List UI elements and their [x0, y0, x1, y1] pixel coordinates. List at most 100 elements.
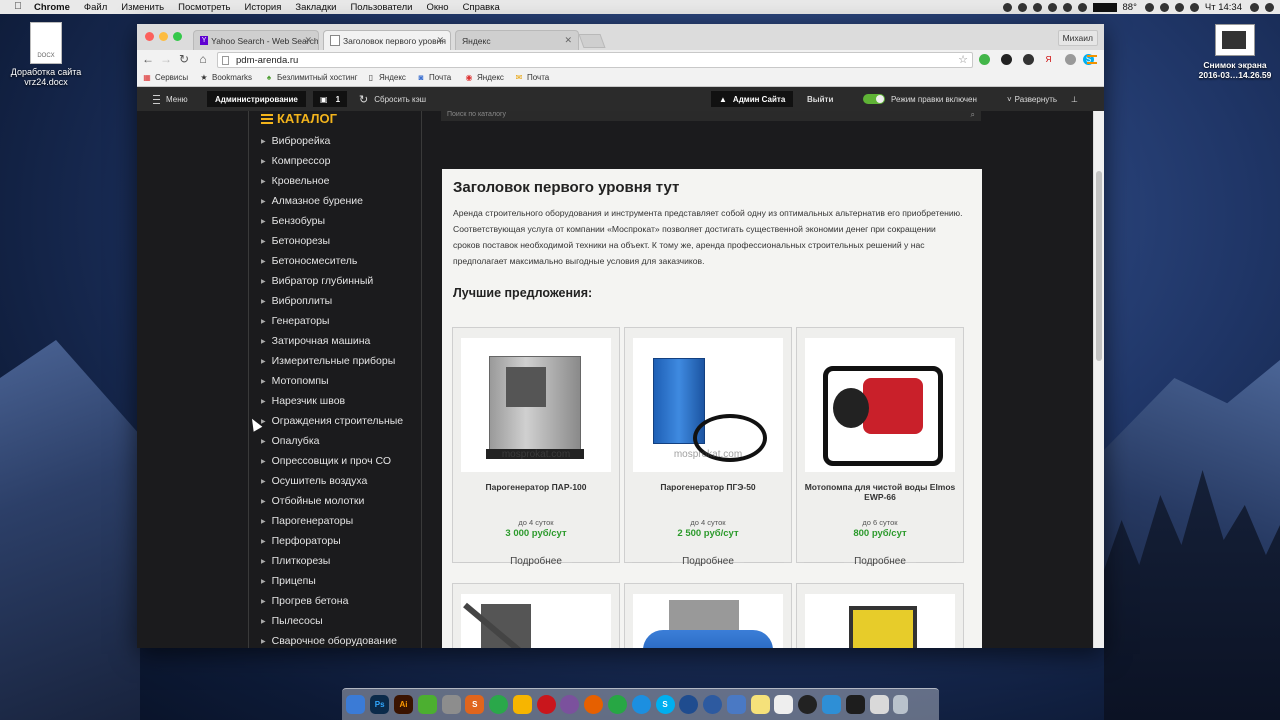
address-bar[interactable]: pdm-arenda.ru ☆	[217, 52, 973, 68]
menu-file[interactable]: Файл	[84, 2, 107, 13]
scrollbar-thumb[interactable]	[1096, 171, 1102, 361]
tab-yahoo-search[interactable]: Y Yahoo Search - Web Search ✕	[193, 30, 319, 50]
trash-icon[interactable]	[893, 695, 909, 714]
extension-icon[interactable]	[1023, 54, 1034, 65]
close-window-button[interactable]	[145, 32, 154, 41]
product-card[interactable]	[624, 583, 792, 648]
menu-help[interactable]: Справка	[463, 2, 500, 13]
reset-cache-button[interactable]: ↻ Сбросить кэш	[359, 91, 426, 107]
reload-icon[interactable]: ↻	[177, 52, 191, 66]
catalog-item[interactable]: ▶ Измерительные приборы	[261, 351, 403, 371]
product-card[interactable]: mosprokat.com Парогенератор ПГЭ-50 до 4 …	[624, 327, 792, 563]
bookmark-hosting[interactable]: ♠ Безлимитный хостинг	[265, 73, 358, 82]
catalog-item[interactable]: ▶ Виброплиты	[261, 291, 403, 311]
menu-button[interactable]: Меню	[153, 91, 188, 107]
skype-dock-icon[interactable]: S	[655, 695, 675, 714]
catalog-item[interactable]: ▶ Вибратор глубинный	[261, 271, 403, 291]
photoshop-icon[interactable]: Ps	[370, 695, 390, 714]
catalog-item[interactable]: ▶ Виброрейка	[261, 131, 403, 151]
edit-mode-toggle[interactable]: Режим правки включен	[863, 91, 977, 107]
folder-icon[interactable]	[869, 695, 889, 714]
extension-icon[interactable]	[1001, 54, 1012, 65]
product-image[interactable]	[805, 594, 955, 648]
activity-monitor-dock-icon[interactable]	[845, 695, 865, 714]
catalog-item[interactable]: ▶ Бетоносмеситель	[261, 251, 403, 271]
close-tab-icon[interactable]: ✕	[564, 35, 572, 46]
status-icon[interactable]	[1047, 2, 1057, 12]
tab-yandex[interactable]: Яндекс ✕	[455, 30, 579, 50]
opera-icon[interactable]	[536, 695, 556, 714]
catalog-item[interactable]: ▶ Плиткорезы	[261, 551, 403, 571]
menu-view[interactable]: Посмотреть	[178, 2, 230, 13]
more-link[interactable]: Подробнее	[624, 556, 792, 567]
catalog-item[interactable]: ▶ Генераторы	[261, 311, 403, 331]
flag-icon[interactable]	[1189, 2, 1199, 12]
chrome-icon[interactable]	[489, 695, 509, 714]
notes-icon[interactable]	[750, 695, 770, 714]
bookmark-yandex[interactable]: ▯ Яндекс	[367, 73, 406, 82]
viber-icon[interactable]	[560, 695, 580, 714]
product-image[interactable]: mosprokat.com	[461, 338, 611, 472]
catalog-item[interactable]: ▶ Сварочное оборудование	[261, 631, 403, 648]
product-card[interactable]: mosprokat.com Парогенератор ПАР-100 до 4…	[452, 327, 620, 563]
wifi-icon[interactable]	[1144, 2, 1154, 12]
catalog-item[interactable]: ▶ Компрессор	[261, 151, 403, 171]
bookmark-star-icon[interactable]: ☆	[958, 53, 968, 66]
status-icon[interactable]	[1077, 2, 1087, 12]
sketch-icon[interactable]	[512, 695, 532, 714]
catalog-item[interactable]: ▶ Прогрев бетона	[261, 591, 403, 611]
catalog-item[interactable]: ▶ Прицепы	[261, 571, 403, 591]
leaf-app-icon[interactable]	[417, 695, 437, 714]
zoom-window-button[interactable]	[173, 32, 182, 41]
admin-site-button[interactable]: ▲ Админ Сайта	[711, 91, 794, 107]
close-tab-icon[interactable]: ✕	[436, 35, 444, 46]
menu-users[interactable]: Пользователи	[350, 2, 412, 13]
product-name[interactable]: Мотопомпа для чистой воды Elmos EWP-66	[801, 482, 959, 502]
menu-window[interactable]: Окно	[426, 2, 448, 13]
menu-app-name[interactable]: Chrome	[34, 2, 70, 13]
product-name[interactable]: Парогенератор ПГЭ-50	[629, 482, 787, 492]
catalog-item[interactable]: ▶ Бензобуры	[261, 211, 403, 231]
bookmark-mail[interactable]: ◙ Почта	[417, 73, 452, 82]
catalog-item[interactable]: ▶ Перфораторы	[261, 531, 403, 551]
catalog-item[interactable]: ▶ Осушитель воздуха	[261, 471, 403, 491]
status-icon[interactable]	[1002, 2, 1012, 12]
administration-button[interactable]: Администрирование	[207, 91, 306, 107]
apple-icon[interactable]: 	[12, 2, 24, 12]
catalog-item[interactable]: ▶ Опрессовщик и проч СО	[261, 451, 403, 471]
extension-icon[interactable]	[979, 54, 990, 65]
forward-arrow-icon[interactable]: →	[159, 52, 173, 66]
product-image[interactable]: mosprokat.com	[633, 338, 783, 472]
battery-icon[interactable]	[1174, 2, 1184, 12]
catalog-item[interactable]: ▶ Отбойные молотки	[261, 491, 403, 511]
activity-monitor-icon[interactable]	[1092, 2, 1117, 12]
status-icon[interactable]	[1062, 2, 1072, 12]
notifications-button[interactable]: ▣ 1	[313, 91, 348, 107]
yandex-extension-icon[interactable]: Я	[1043, 54, 1054, 65]
bookmark-services[interactable]: ▦ Сервисы	[143, 73, 188, 82]
page-scrollbar[interactable]	[1093, 111, 1104, 648]
chrome-menu-icon[interactable]	[1087, 55, 1097, 64]
close-tab-icon[interactable]: ✕	[304, 35, 312, 46]
status-icon[interactable]	[1017, 2, 1027, 12]
pin-icon[interactable]: ⊥	[1071, 91, 1078, 107]
bookmark-bookmarks[interactable]: ★ Bookmarks	[200, 73, 252, 82]
desktop-file-docx[interactable]: DOCX Доработка сайта vrz24.docx	[8, 22, 84, 87]
sublime-icon[interactable]: S	[465, 695, 485, 714]
list-icon[interactable]	[1265, 2, 1274, 12]
more-link[interactable]: Подробнее	[452, 556, 620, 567]
bookmark-yandex-2[interactable]: ◉ Яндекс	[465, 73, 504, 82]
volume-icon[interactable]	[1159, 2, 1169, 12]
document-icon[interactable]	[774, 695, 794, 714]
product-name[interactable]: Парогенератор ПАР-100	[457, 482, 615, 492]
menu-history[interactable]: История	[245, 2, 282, 13]
catalog-item[interactable]: ▶ Ограждения строительные	[261, 411, 403, 431]
bookmark-mail-2[interactable]: ✉ Почта	[515, 73, 550, 82]
search-icon[interactable]: ⌕	[971, 111, 975, 119]
extension-icon[interactable]	[1065, 54, 1076, 65]
battery-temp[interactable]: 88°	[1123, 2, 1137, 13]
profile-button[interactable]: Михаил	[1057, 30, 1098, 46]
product-image[interactable]	[633, 594, 783, 648]
minimize-window-button[interactable]	[159, 32, 168, 41]
logout-link[interactable]: Выйти	[807, 91, 833, 107]
